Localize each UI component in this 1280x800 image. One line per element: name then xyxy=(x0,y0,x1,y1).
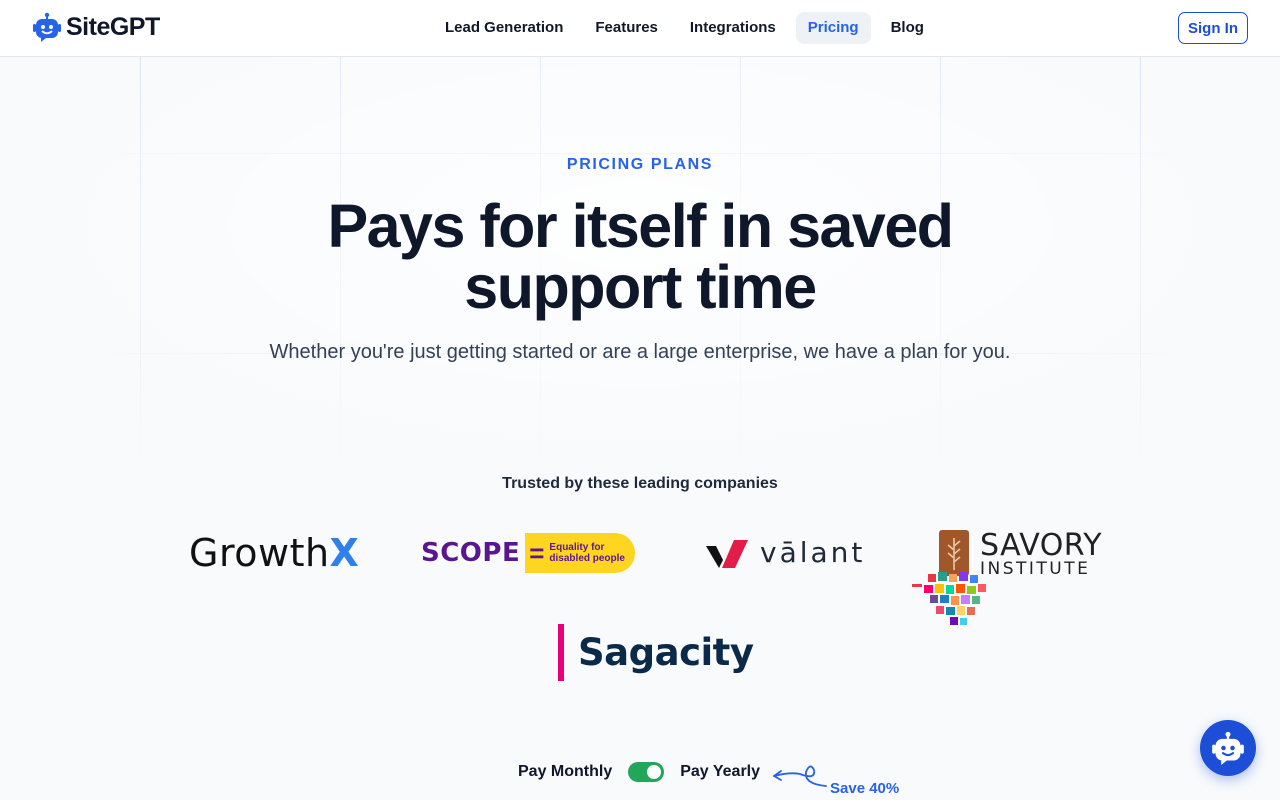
site-header: SiteGPT Lead Generation Features Integra… xyxy=(0,0,1280,57)
brand-logo[interactable]: SiteGPT xyxy=(32,12,160,42)
billing-toggle-group: Pay Monthly Pay Yearly xyxy=(518,762,760,782)
nav-item-features[interactable]: Features xyxy=(583,12,670,44)
growthx-logo: GrowthX xyxy=(189,531,359,575)
robot-chat-icon xyxy=(1212,731,1244,765)
nav-item-integrations[interactable]: Integrations xyxy=(678,12,788,44)
scope-logo-pill: = Equality for disabled people xyxy=(525,533,636,573)
page-title: Pays for itself in saved support time xyxy=(327,192,954,321)
brand-name: SiteGPT xyxy=(66,12,160,41)
billing-period-toggle[interactable] xyxy=(628,762,665,782)
pricing-eyebrow: PRICING PLANS xyxy=(566,156,714,173)
nav-item-blog[interactable]: Blog xyxy=(879,12,936,44)
chat-widget-button[interactable] xyxy=(1200,720,1256,776)
page-subtitle: Whether you're just getting started or a… xyxy=(269,341,1011,363)
sagacity-logo: Sagacity xyxy=(558,624,754,681)
scope-tagline-line-2: disabled people xyxy=(549,553,625,564)
nav-item-lead-generation[interactable]: Lead Generation xyxy=(433,12,575,44)
scope-tagline-line-1: Equality for xyxy=(549,542,605,553)
robot-logo-icon xyxy=(33,12,61,42)
sagacity-logo-word: Sagacity xyxy=(578,631,754,674)
growthx-logo-text: Growth xyxy=(189,531,330,575)
savory-institute-logo: SAVORY INSTITUTE xyxy=(910,528,1103,632)
savory-logo-subtitle: INSTITUTE xyxy=(980,559,1091,579)
scope-logo-tagline: Equality for disabled people xyxy=(549,542,625,564)
sagacity-logo-bar xyxy=(558,624,564,681)
toggle-knob xyxy=(647,765,662,779)
valant-mark-icon xyxy=(706,539,748,568)
save-percentage-note: Save 40% xyxy=(830,780,900,797)
curly-arrow-icon xyxy=(773,765,827,787)
main-nav: Lead Generation Features Integrations Pr… xyxy=(433,12,936,44)
pay-monthly-label[interactable]: Pay Monthly xyxy=(518,763,612,781)
growthx-logo-accent: X xyxy=(329,531,360,575)
scope-logo-equals: = xyxy=(529,538,545,568)
pay-yearly-label[interactable]: Pay Yearly xyxy=(680,763,760,781)
scope-logo: SCOPE = Equality for disabled people xyxy=(421,533,636,573)
nav-item-pricing[interactable]: Pricing xyxy=(795,12,871,44)
valant-logo: vālant xyxy=(706,536,865,569)
savory-logo-word: SAVORY xyxy=(980,528,1103,563)
trusted-heading: Trusted by these leading companies xyxy=(502,475,778,492)
valant-logo-word: vālant xyxy=(760,536,866,569)
sign-in-button[interactable]: Sign In xyxy=(1178,12,1248,44)
scope-logo-word: SCOPE xyxy=(421,538,521,568)
